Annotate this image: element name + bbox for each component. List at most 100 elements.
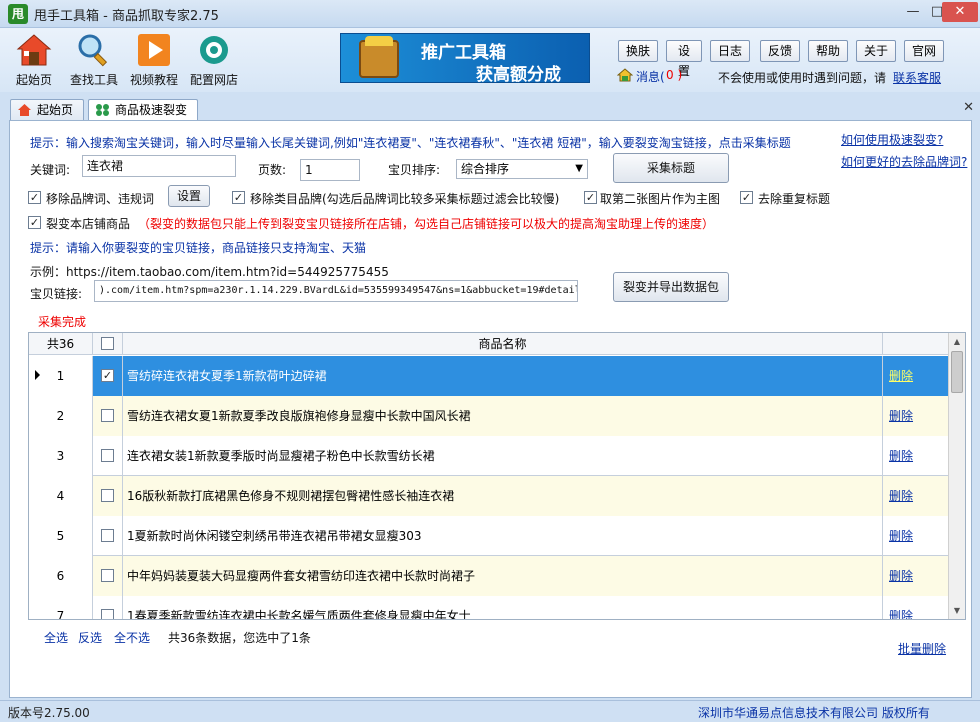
select-all-header[interactable]: [93, 333, 123, 355]
row-checkbox[interactable]: [101, 569, 114, 582]
status-text: 采集完成: [38, 315, 87, 329]
toolbar-configure-shop[interactable]: 配置网店: [184, 32, 244, 88]
row-name: 1春夏季新款雪纺连衣裙中长款名媛气质两件套修身显瘦中年女士: [123, 596, 883, 619]
hint-link: 提示：请输入你要裂变的宝贝链接，商品链接只支持淘宝、天猫: [30, 241, 367, 255]
remove-category-brand-label: 移除类目品牌(勾选后品牌词比较多采集标题过滤会比较慢): [250, 192, 560, 206]
row-delete-link[interactable]: 删除: [883, 516, 949, 556]
row-checkbox[interactable]: [101, 449, 114, 462]
play-icon: [138, 34, 170, 66]
remove-category-brand-checkbox[interactable]: ✓: [232, 191, 245, 204]
name-header: 商品名称: [123, 333, 883, 355]
scroll-thumb[interactable]: [951, 351, 963, 393]
table-row[interactable]: 3 连衣裙女装1新款夏季版时尚显瘦裙子粉色中长款雪纺长裙 删除: [29, 436, 949, 476]
tab-fast-split[interactable]: 商品极速裂变: [88, 99, 198, 122]
split-export-button[interactable]: 裂变并导出数据包: [613, 272, 729, 302]
row-check-cell[interactable]: [93, 436, 123, 476]
table-row[interactable]: 6 中年妈妈装夏装大码显瘦两件套女裙雪纺印连衣裙中长款时尚裙子 删除: [29, 556, 949, 596]
toolbar-home[interactable]: 起始页: [4, 32, 64, 88]
grid-scrollbar[interactable]: ▲ ▼: [948, 333, 965, 619]
close-tab-icon[interactable]: ✕: [963, 100, 974, 115]
header-checkbox[interactable]: [101, 337, 114, 350]
brand-settings-button[interactable]: 设置: [168, 185, 210, 207]
table-row[interactable]: 7 1春夏季新款雪纺连衣裙中长款名媛气质两件套修身显瘦中年女士 删除: [29, 596, 949, 619]
batch-delete-link[interactable]: 批量删除: [898, 640, 946, 657]
minimize-button[interactable]: —: [902, 2, 924, 22]
row-number: 4: [29, 476, 93, 516]
table-row[interactable]: 1 ✓ 雪纺碎连衣裙女夏季1新款荷叶边碎裙 删除: [29, 356, 949, 396]
how-to-use-link[interactable]: 如何使用极速裂变?: [841, 131, 943, 148]
keyword-input[interactable]: 连衣裙: [82, 155, 236, 177]
row-check-cell[interactable]: ✓: [93, 356, 123, 396]
row-check-cell[interactable]: [93, 516, 123, 556]
row-number: 5: [29, 516, 93, 556]
message-label[interactable]: 消息(: [636, 68, 665, 85]
row-delete-link[interactable]: 删除: [883, 436, 949, 476]
version-text: 版本号2.75.00: [8, 706, 90, 720]
row-delete-link[interactable]: 删除: [883, 596, 949, 619]
website-button[interactable]: 官网: [904, 40, 944, 62]
scroll-down-icon[interactable]: ▼: [949, 602, 965, 619]
copyright-text: 深圳市华通易点信息技术有限公司 版权所有: [698, 706, 930, 720]
skin-button[interactable]: 换肤: [618, 40, 658, 62]
select-all-link[interactable]: 全选: [44, 629, 68, 646]
window-title: 甩手工具箱 - 商品抓取专家2.75: [34, 9, 219, 24]
row-checkbox[interactable]: ✓: [101, 369, 114, 382]
row-number: 1: [29, 356, 93, 396]
row-number: 3: [29, 436, 93, 476]
table-row[interactable]: 2 雪纺连衣裙女夏1新款夏季改良版旗袍修身显瘦中长款中国风长裙 删除: [29, 396, 949, 436]
feedback-button[interactable]: 反馈: [760, 40, 800, 62]
pages-input[interactable]: 1: [300, 159, 360, 181]
contact-support-link[interactable]: 联系客服: [893, 69, 941, 86]
sort-label: 宝贝排序:: [388, 163, 441, 177]
status-bar: 版本号2.75.00 深圳市华通易点信息技术有限公司 版权所有: [0, 700, 980, 722]
tab-bar: 起始页 商品极速裂变 ✕: [0, 97, 980, 122]
row-delete-link[interactable]: 删除: [883, 356, 949, 396]
row-check-cell[interactable]: [93, 556, 123, 596]
invert-selection-link[interactable]: 反选: [78, 629, 102, 646]
second-image-label: 取第二张图片作为主图: [600, 192, 721, 206]
collect-titles-button[interactable]: 采集标题: [613, 153, 729, 183]
tab-start-page[interactable]: 起始页: [10, 99, 84, 121]
message-icon[interactable]: [617, 68, 633, 82]
row-number: 6: [29, 556, 93, 596]
row-checkbox[interactable]: [101, 609, 114, 619]
row-checkbox[interactable]: [101, 529, 114, 542]
message-count: 0 ): [666, 68, 683, 82]
toolbar-find-tools[interactable]: 查找工具: [64, 32, 124, 88]
settings-button[interactable]: 设置: [666, 40, 702, 78]
row-check-cell[interactable]: [93, 476, 123, 516]
row-delete-link[interactable]: 删除: [883, 556, 949, 596]
table-row[interactable]: 4 16版秋新款打底裙黑色修身不规则裙摆包臀裙性感长袖连衣裙 删除: [29, 476, 949, 516]
remove-brand-link[interactable]: 如何更好的去除品牌词?: [841, 153, 967, 170]
close-window-button[interactable]: ✕: [942, 2, 978, 22]
row-name: 雪纺碎连衣裙女夏季1新款荷叶边碎裙: [123, 356, 883, 396]
select-none-link[interactable]: 全不选: [114, 629, 150, 646]
product-grid: 共36 商品名称 1 ✓ 雪纺碎连衣裙女夏季1新款荷叶边碎裙 删除 2 雪纺连衣…: [28, 332, 966, 620]
item-link-input[interactable]: ).com/item.htm?spm=a230r.1.14.229.BVardL…: [94, 280, 578, 302]
promo-banner[interactable]: 推广工具箱 获高额分成: [340, 33, 590, 85]
dedupe-checkbox[interactable]: ✓: [740, 191, 753, 204]
row-check-cell[interactable]: [93, 596, 123, 619]
toolbar-video-tutorials[interactable]: 视频教程: [124, 32, 184, 88]
log-button[interactable]: 日志: [710, 40, 750, 62]
row-name: 1夏新款时尚休闲镂空刺绣吊带连衣裙吊带裙女显瘦303: [123, 516, 883, 556]
scroll-up-icon[interactable]: ▲: [949, 333, 965, 350]
row-delete-link[interactable]: 删除: [883, 476, 949, 516]
sort-select[interactable]: 综合排序 ▼: [456, 159, 588, 179]
row-check-cell[interactable]: [93, 396, 123, 436]
own-shop-checkbox[interactable]: ✓: [28, 216, 41, 229]
pages-label: 页数:: [258, 163, 287, 177]
help-button[interactable]: 帮助: [808, 40, 848, 62]
row-delete-link[interactable]: 删除: [883, 396, 949, 436]
promo-line2: 获高额分成: [476, 65, 561, 85]
remove-brand-checkbox[interactable]: ✓: [28, 191, 41, 204]
grid-header: 共36 商品名称: [29, 333, 949, 355]
second-image-checkbox[interactable]: ✓: [584, 191, 597, 204]
app-logo-icon: 甩: [8, 4, 28, 24]
row-checkbox[interactable]: [101, 489, 114, 502]
action-header: [883, 333, 949, 355]
table-row[interactable]: 5 1夏新款时尚休闲镂空刺绣吊带连衣裙吊带裙女显瘦303 删除: [29, 516, 949, 556]
about-button[interactable]: 关于: [856, 40, 896, 62]
row-checkbox[interactable]: [101, 409, 114, 422]
own-shop-label: 裂变本店铺商品: [46, 217, 131, 231]
